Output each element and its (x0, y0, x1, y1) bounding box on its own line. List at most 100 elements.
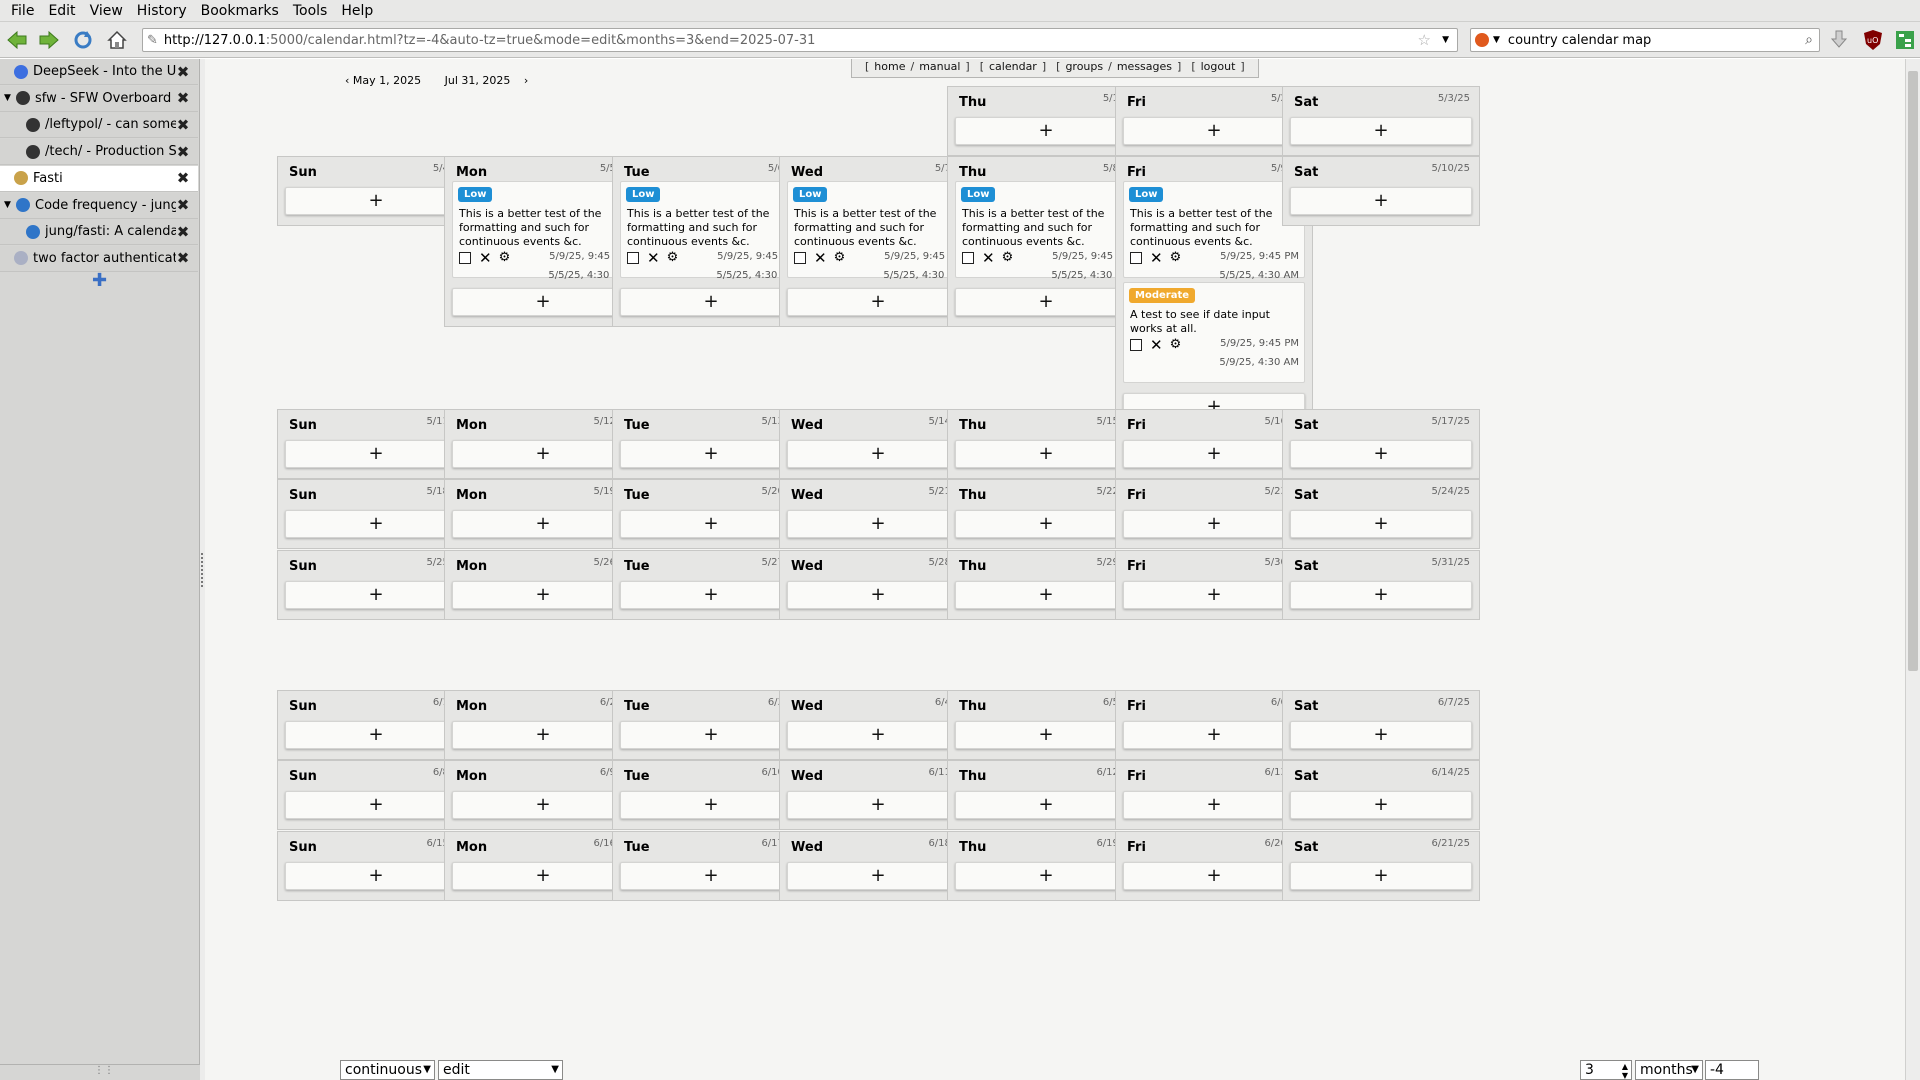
delete-x-icon[interactable]: ✕ (1150, 338, 1163, 353)
add-event-button[interactable]: + (285, 510, 467, 538)
add-event-button[interactable]: + (452, 581, 634, 609)
forward-button[interactable] (36, 28, 62, 52)
search-input[interactable]: country calendar map (1508, 33, 1651, 48)
add-event-button[interactable]: + (452, 510, 634, 538)
tab-item[interactable]: ▼ sfw - SFW Overboard ✖ (0, 85, 198, 112)
nav-groups-link[interactable]: groups (1065, 60, 1103, 73)
add-event-button[interactable]: + (620, 288, 802, 316)
add-event-button[interactable]: + (955, 117, 1137, 145)
add-event-button[interactable]: + (787, 440, 969, 468)
complete-checkbox[interactable] (627, 252, 639, 264)
add-event-button[interactable]: + (1290, 440, 1472, 468)
close-icon[interactable]: ✖ (176, 64, 190, 79)
add-event-button[interactable]: + (1290, 791, 1472, 819)
add-event-button[interactable]: + (1123, 510, 1305, 538)
twisty-expanded-icon[interactable]: ▼ (4, 93, 14, 103)
nav-calendar-link[interactable]: calendar (989, 60, 1037, 73)
close-icon[interactable]: ✖ (176, 171, 190, 186)
mode-select[interactable]: continuous ▼ (340, 1060, 435, 1080)
gear-icon[interactable]: ⚙ (834, 251, 846, 264)
add-event-button[interactable]: + (1290, 862, 1472, 890)
complete-checkbox[interactable] (1130, 339, 1142, 351)
tab-item[interactable]: /tech/ - Production S ✖ (0, 139, 198, 166)
gear-icon[interactable]: ⚙ (499, 251, 511, 264)
complete-checkbox[interactable] (1130, 252, 1142, 264)
delete-x-icon[interactable]: ✕ (479, 251, 492, 266)
timezone-input[interactable]: -4 (1705, 1060, 1759, 1080)
complete-checkbox[interactable] (459, 252, 471, 264)
nav-home-link[interactable]: home (874, 60, 905, 73)
add-event-button[interactable]: + (955, 721, 1137, 749)
complete-checkbox[interactable] (794, 252, 806, 264)
add-event-button[interactable]: + (955, 862, 1137, 890)
add-event-button[interactable]: + (1290, 117, 1472, 145)
add-event-button[interactable]: + (620, 510, 802, 538)
twisty-expanded-icon[interactable]: ▼ (4, 200, 14, 210)
add-event-button[interactable]: + (787, 288, 969, 316)
tab-tree-button[interactable] (1892, 28, 1918, 52)
menu-edit[interactable]: Edit (41, 3, 82, 19)
range-end-link[interactable]: Jul 31, 2025 › (445, 74, 529, 87)
add-event-button[interactable]: + (787, 581, 969, 609)
event-card[interactable]: Low This is a better test of the formatti… (787, 181, 969, 281)
event-card[interactable]: Low This is a better test of the formatti… (955, 181, 1137, 281)
add-event-button[interactable]: + (452, 288, 634, 316)
tab-item[interactable]: ▼ Code frequency - jung/f ✖ (0, 192, 198, 219)
close-icon[interactable]: ✖ (176, 224, 190, 239)
search-engine-dropdown-icon[interactable]: ▼ (1493, 35, 1500, 45)
add-event-button[interactable]: + (1290, 510, 1472, 538)
add-event-button[interactable]: + (955, 510, 1137, 538)
delete-x-icon[interactable]: ✕ (647, 251, 660, 266)
home-button[interactable] (104, 28, 130, 52)
search-engine-icon[interactable] (1475, 33, 1489, 47)
gear-icon[interactable]: ⚙ (667, 251, 679, 264)
add-event-button[interactable]: + (955, 440, 1137, 468)
add-event-button[interactable]: + (452, 440, 634, 468)
search-bar[interactable]: ▼ country calendar map ⌕ (1470, 28, 1820, 52)
nav-manual-link[interactable]: manual (919, 60, 960, 73)
range-start-link[interactable]: ‹ May 1, 2025 (345, 74, 431, 87)
close-icon[interactable]: ✖ (176, 91, 190, 106)
add-event-button[interactable]: + (285, 581, 467, 609)
add-event-button[interactable]: + (452, 721, 634, 749)
menu-view[interactable]: View (83, 3, 130, 19)
reload-button[interactable] (70, 28, 96, 52)
splitter-grip[interactable] (201, 553, 203, 587)
add-event-button[interactable]: + (1123, 721, 1305, 749)
add-event-button[interactable]: + (1123, 862, 1305, 890)
add-event-button[interactable]: + (620, 440, 802, 468)
close-icon[interactable]: ✖ (176, 251, 190, 266)
nav-messages-link[interactable]: messages (1117, 60, 1172, 73)
add-event-button[interactable]: + (1290, 581, 1472, 609)
menu-bookmarks[interactable]: Bookmarks (194, 3, 286, 19)
add-event-button[interactable]: + (452, 862, 634, 890)
gear-icon[interactable]: ⚙ (1170, 338, 1182, 351)
gear-icon[interactable]: ⚙ (1170, 251, 1182, 264)
bookmark-star-icon[interactable]: ☆ (1418, 31, 1431, 49)
delete-x-icon[interactable]: ✕ (982, 251, 995, 266)
add-event-button[interactable]: + (620, 721, 802, 749)
tab-item[interactable]: /leftypol/ - can somec ✖ (0, 112, 198, 139)
event-card[interactable]: Low This is a better test of the formatti… (620, 181, 802, 281)
months-count-stepper[interactable]: 3 ▲ ▼ (1580, 1060, 1632, 1080)
add-event-button[interactable]: + (1123, 791, 1305, 819)
add-event-button[interactable]: + (787, 791, 969, 819)
stepper-arrows-icon[interactable]: ▲ ▼ (1622, 1062, 1628, 1080)
add-event-button[interactable]: + (285, 862, 467, 890)
unit-select[interactable]: months ▼ (1635, 1060, 1703, 1080)
page-scrollbar[interactable] (1905, 59, 1920, 1080)
new-tab-plus-icon[interactable]: ✚ (92, 270, 107, 291)
menu-file[interactable]: File (4, 3, 41, 19)
action-select[interactable]: edit ▼ (438, 1060, 563, 1080)
add-event-button[interactable]: + (955, 791, 1137, 819)
url-dropdown-icon[interactable]: ▼ (1442, 35, 1449, 45)
add-event-button[interactable]: + (955, 288, 1137, 316)
add-event-button[interactable]: + (620, 791, 802, 819)
add-event-button[interactable]: + (787, 862, 969, 890)
complete-checkbox[interactable] (962, 252, 974, 264)
back-button[interactable] (4, 28, 30, 52)
add-event-button[interactable]: + (620, 862, 802, 890)
add-event-button[interactable]: + (787, 510, 969, 538)
gear-icon[interactable]: ⚙ (1002, 251, 1014, 264)
search-icon[interactable]: ⌕ (1805, 32, 1813, 48)
